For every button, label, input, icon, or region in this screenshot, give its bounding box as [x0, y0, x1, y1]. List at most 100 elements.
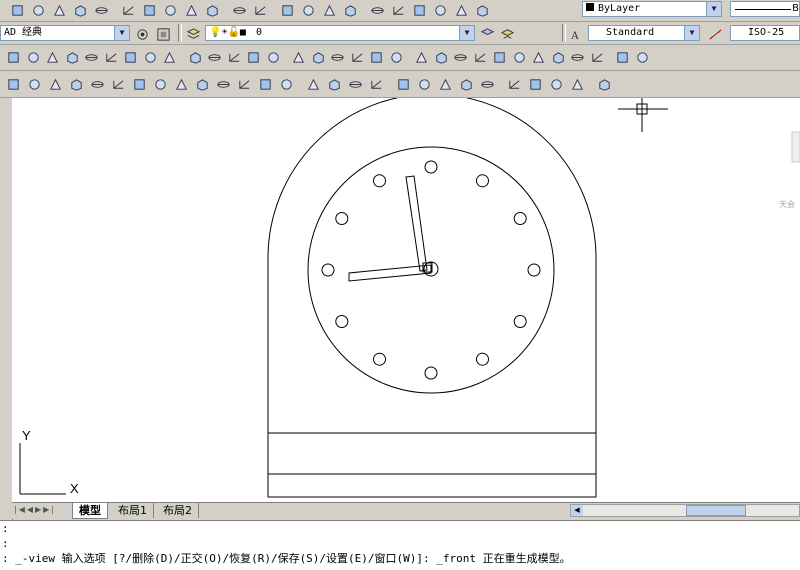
chevron-down-icon[interactable]: ▼: [684, 26, 699, 40]
chevron-down-icon[interactable]: ▼: [706, 2, 721, 16]
color-face-icon[interactable]: [172, 75, 191, 94]
extrude-icon[interactable]: [186, 48, 205, 67]
sheet-set-icon[interactable]: [431, 1, 450, 20]
view-ne-icon[interactable]: [568, 48, 587, 67]
helix-icon[interactable]: [141, 48, 160, 67]
linetype-select[interactable]: B: [730, 1, 800, 17]
chevron-down-icon[interactable]: ▼: [459, 26, 474, 40]
subtract-icon[interactable]: [309, 48, 328, 67]
markup-icon[interactable]: [452, 1, 471, 20]
linear-dim-icon[interactable]: [304, 75, 323, 94]
drawing-canvas[interactable]: Y X 天会: [12, 62, 800, 502]
pyramid-icon[interactable]: [121, 48, 140, 67]
sphere-icon[interactable]: [63, 48, 82, 67]
print-icon[interactable]: [29, 1, 48, 20]
dim-style-select[interactable]: ISO-25: [730, 25, 800, 41]
cylinder-icon[interactable]: [82, 48, 101, 67]
pan-icon[interactable]: [278, 1, 297, 20]
intersect-icon[interactable]: [328, 48, 347, 67]
qleader-icon[interactable]: [547, 75, 566, 94]
baseline-icon[interactable]: [505, 75, 524, 94]
view-left-icon[interactable]: [451, 48, 470, 67]
3d-rotate-icon[interactable]: [367, 48, 386, 67]
scroll-thumb[interactable]: [686, 505, 746, 516]
match-properties-icon[interactable]: [182, 1, 201, 20]
3d-move-icon[interactable]: [348, 48, 367, 67]
view-nw-icon[interactable]: [588, 48, 607, 67]
zoom-window-icon[interactable]: [320, 1, 339, 20]
workspace-select[interactable]: AD 经典 ▼: [0, 25, 130, 41]
separate-icon[interactable]: [235, 75, 254, 94]
box-icon[interactable]: [4, 48, 23, 67]
tab-model[interactable]: 模型: [72, 503, 108, 519]
quick-dim-icon[interactable]: [478, 75, 497, 94]
workspace-settings-icon[interactable]: [133, 25, 152, 44]
torus-icon[interactable]: [102, 48, 121, 67]
make-object-layer-current-icon[interactable]: [478, 25, 497, 44]
layer-select[interactable]: 💡☀🔓■ 0 ▼: [205, 25, 475, 41]
imprint-icon[interactable]: [193, 75, 212, 94]
union-icon[interactable]: [289, 48, 308, 67]
rotate-face-icon[interactable]: [109, 75, 128, 94]
cone-icon[interactable]: [43, 48, 62, 67]
view-bottom-icon[interactable]: [432, 48, 451, 67]
center-mark-icon[interactable]: [595, 75, 614, 94]
move-face-icon[interactable]: [46, 75, 65, 94]
scroll-left-button[interactable]: ◀: [571, 505, 583, 516]
publish-icon[interactable]: [92, 1, 111, 20]
tolerance-icon[interactable]: [568, 75, 587, 94]
properties-icon[interactable]: [368, 1, 387, 20]
save-icon[interactable]: [8, 1, 27, 20]
planar-surface-icon[interactable]: [160, 48, 179, 67]
tool-palettes-icon[interactable]: [410, 1, 429, 20]
view-sw-icon[interactable]: [529, 48, 548, 67]
arc-length-icon[interactable]: [346, 75, 365, 94]
my-workspace-icon[interactable]: [154, 25, 173, 44]
view-top-icon[interactable]: [412, 48, 431, 67]
delete-face-icon[interactable]: [88, 75, 107, 94]
paste-icon[interactable]: [161, 1, 180, 20]
diameter-icon[interactable]: [436, 75, 455, 94]
revolve-icon[interactable]: [244, 48, 263, 67]
3d-align-icon[interactable]: [387, 48, 406, 67]
aligned-dim-icon[interactable]: [325, 75, 344, 94]
copy-icon[interactable]: [140, 1, 159, 20]
color-select[interactable]: ByLayer ▼: [582, 1, 722, 17]
clean-icon[interactable]: [214, 75, 233, 94]
taper-face-icon[interactable]: [130, 75, 149, 94]
quickcalc-icon[interactable]: [473, 1, 492, 20]
text-style-select[interactable]: Standard ▼: [588, 25, 700, 41]
horizontal-scrollbar[interactable]: ◀: [570, 504, 800, 517]
cut-icon[interactable]: [119, 1, 138, 20]
view-front-icon[interactable]: [490, 48, 509, 67]
copy-face-icon[interactable]: [151, 75, 170, 94]
view-se-icon[interactable]: [549, 48, 568, 67]
dim-style-icon[interactable]: [706, 25, 725, 44]
chevron-down-icon[interactable]: ▼: [114, 26, 129, 40]
camera-icon[interactable]: [613, 48, 632, 67]
presspull-icon[interactable]: [205, 48, 224, 67]
jogged-icon[interactable]: [415, 75, 434, 94]
zoom-extents-icon[interactable]: [633, 48, 652, 67]
wedge-icon[interactable]: [24, 48, 43, 67]
check-icon[interactable]: [277, 75, 296, 94]
block-editor-icon[interactable]: [203, 1, 222, 20]
zoom-previous-icon[interactable]: [341, 1, 360, 20]
tab-nav-buttons[interactable]: |◀◀▶▶|: [14, 505, 56, 514]
tab-layout1[interactable]: 布局1: [112, 503, 154, 518]
continue-icon[interactable]: [526, 75, 545, 94]
angular-icon[interactable]: [457, 75, 476, 94]
zoom-realtime-icon[interactable]: [299, 1, 318, 20]
loft-icon[interactable]: [264, 48, 283, 67]
command-window[interactable]: : : : _-view 输入选项 [?/删除(D)/正交(O)/恢复(R)/保…: [0, 520, 800, 570]
tab-layout2[interactable]: 布局2: [157, 503, 199, 518]
layer-previous-icon[interactable]: [498, 25, 517, 44]
undo-icon[interactable]: [230, 1, 249, 20]
shell-icon[interactable]: [256, 75, 275, 94]
sweep-icon[interactable]: [225, 48, 244, 67]
view-back-icon[interactable]: [510, 48, 529, 67]
print-preview-icon[interactable]: [50, 1, 69, 20]
layer-manager-icon[interactable]: [184, 25, 203, 44]
extrude-face-icon[interactable]: [25, 75, 44, 94]
text-style-icon[interactable]: A: [566, 25, 585, 44]
